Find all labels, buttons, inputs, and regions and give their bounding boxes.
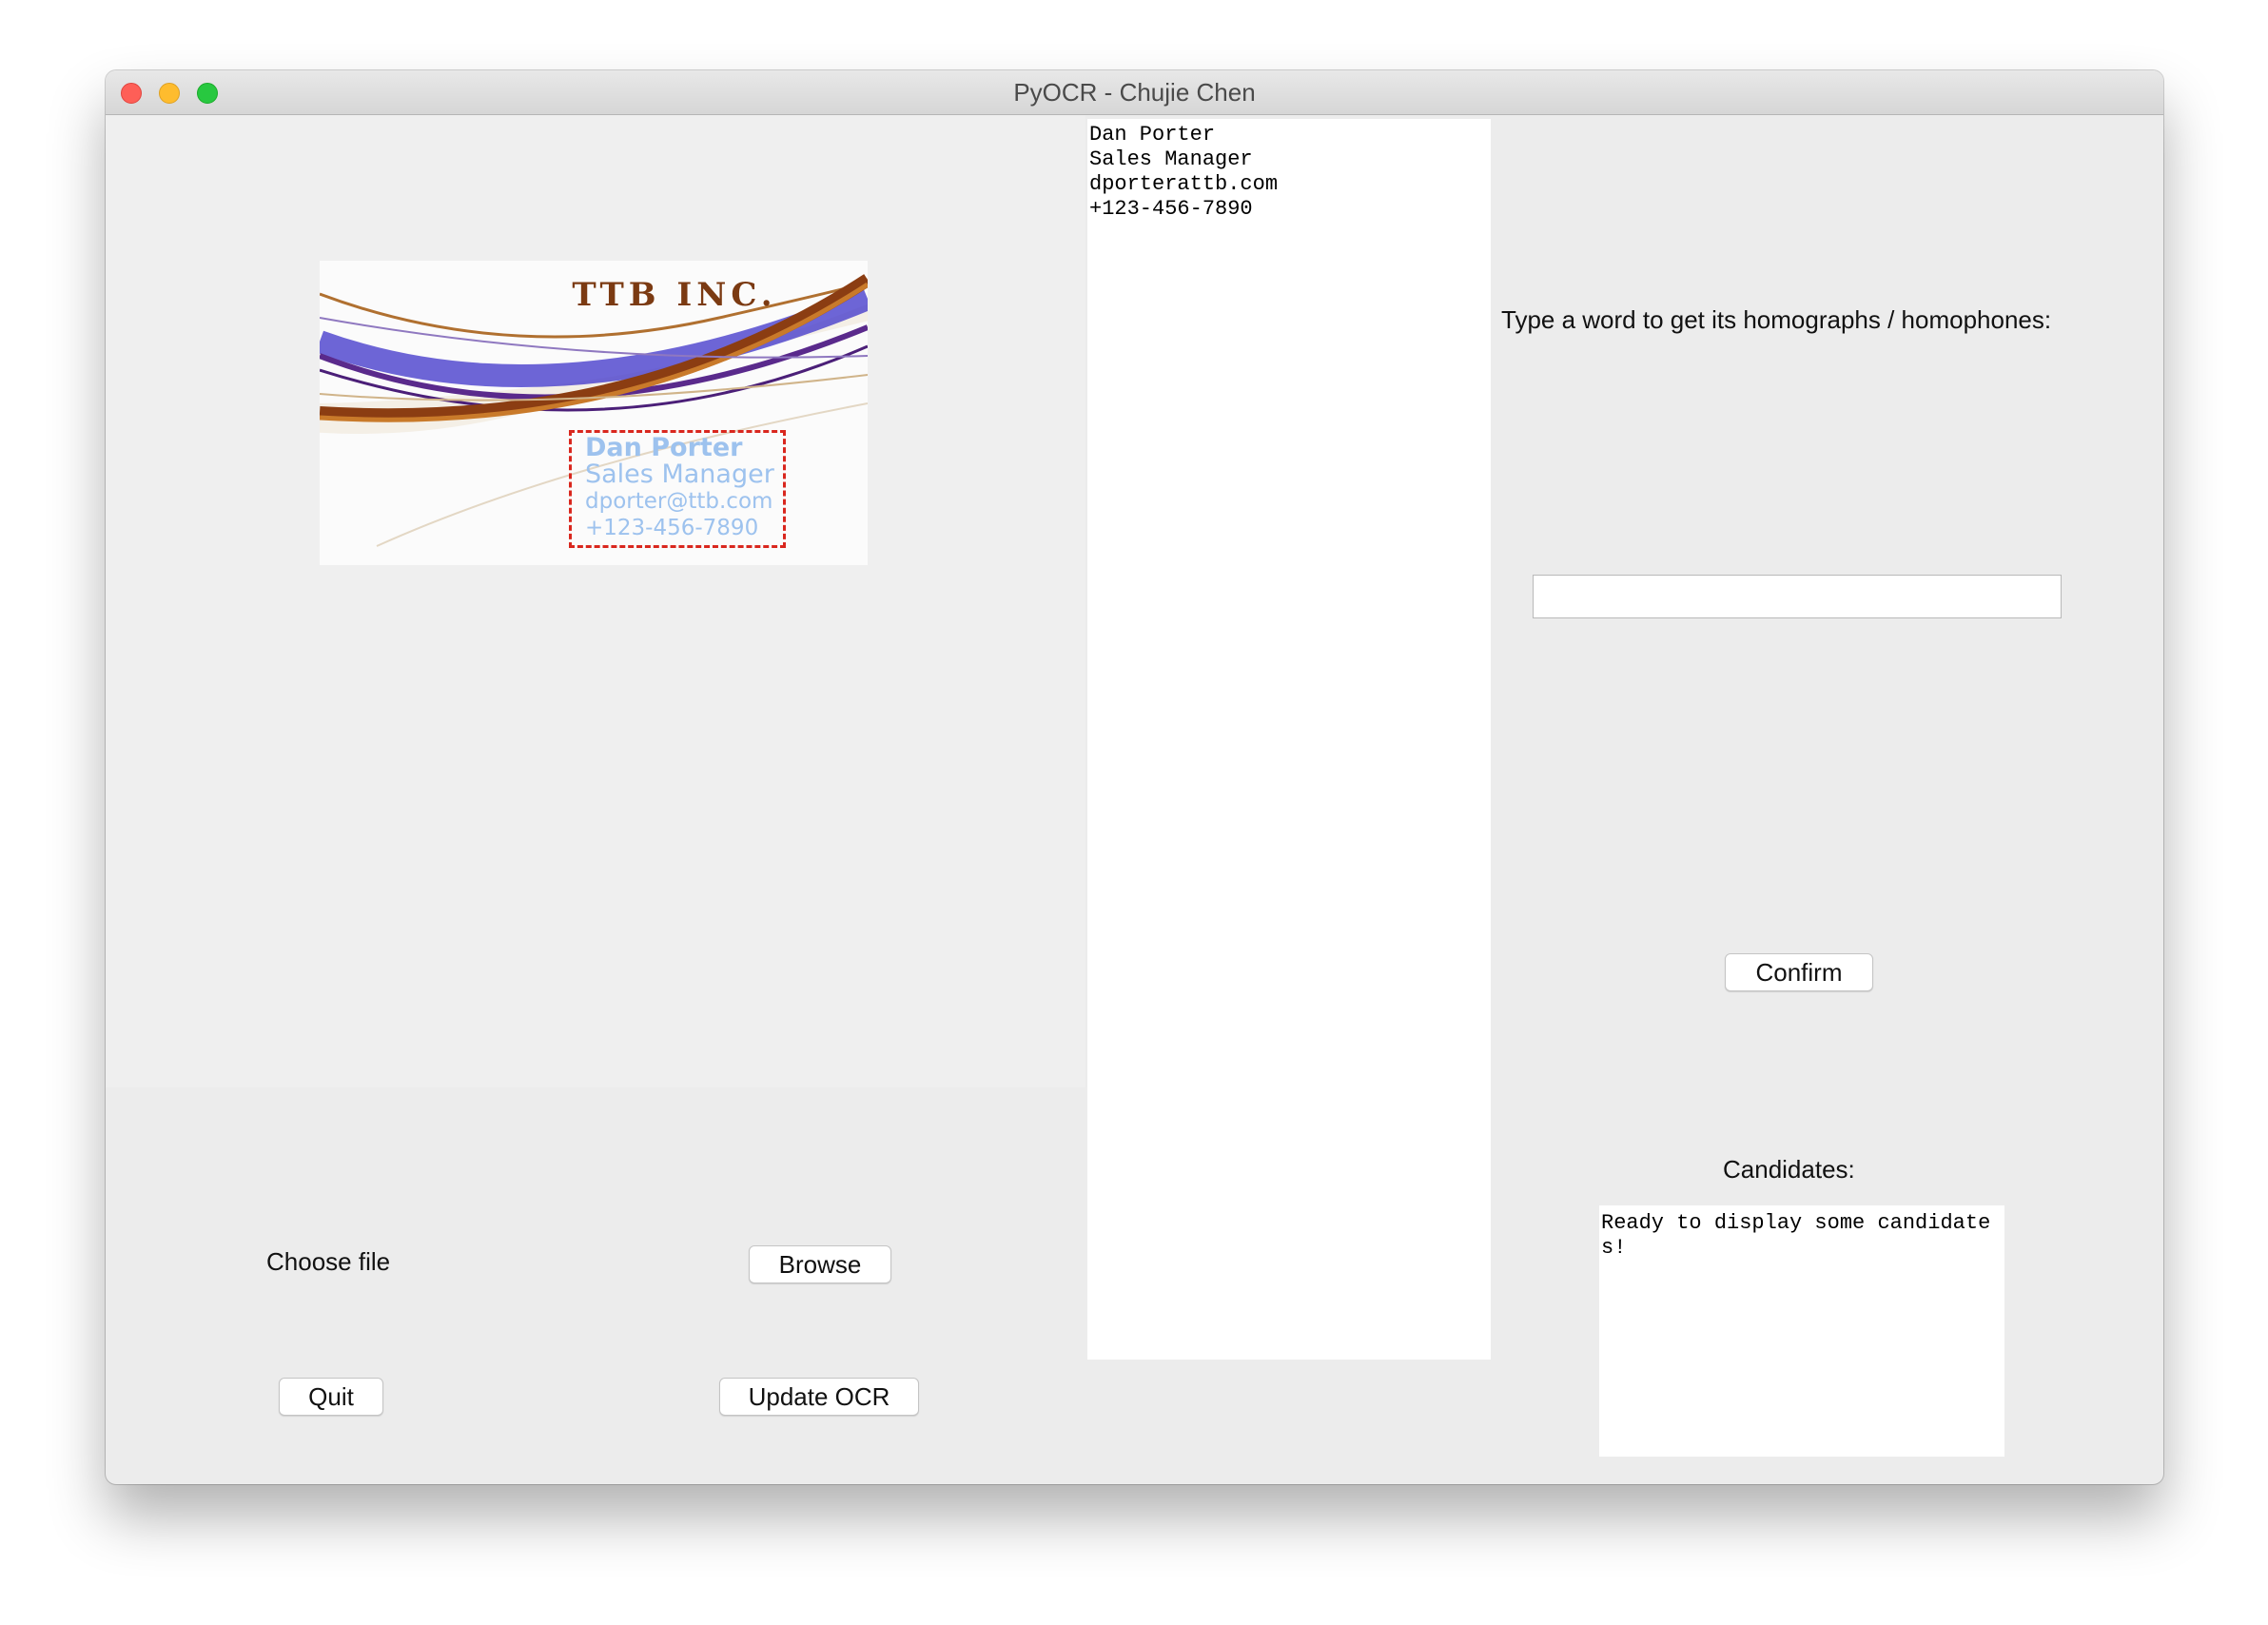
- candidates-textarea[interactable]: Ready to display some candidates!: [1599, 1205, 2004, 1457]
- ocr-detection-box: Dan Porter Sales Manager dporter@ttb.com…: [569, 430, 786, 548]
- business-card-image: TTB INC. Dan Porter Sales Manager dporte…: [320, 261, 868, 565]
- card-role: Sales Manager: [585, 460, 774, 489]
- card-company-name: TTB INC.: [572, 276, 777, 314]
- ocr-result-textarea[interactable]: Dan Porter Sales Manager dporterattb.com…: [1087, 119, 1491, 1360]
- app-window: PyOCR - Chujie Chen TTB INC. Dan Porter …: [106, 70, 2163, 1484]
- card-name: Dan Porter: [585, 433, 743, 462]
- choose-file-label: Choose file: [266, 1247, 391, 1276]
- main-content: TTB INC. Dan Porter Sales Manager dporte…: [106, 115, 2163, 1484]
- card-phone: +123-456-7890: [585, 516, 759, 540]
- card-email: dporter@ttb.com: [585, 489, 773, 514]
- browse-button[interactable]: Browse: [749, 1245, 891, 1283]
- image-preview-panel: TTB INC. Dan Porter Sales Manager dporte…: [106, 115, 1085, 1087]
- homograph-prompt-label: Type a word to get its homographs / homo…: [1501, 305, 2052, 334]
- window-title: PyOCR - Chujie Chen: [1013, 78, 1256, 107]
- word-input-field[interactable]: [1533, 575, 2062, 618]
- update-ocr-button[interactable]: Update OCR: [719, 1378, 919, 1416]
- candidates-label: Candidates:: [1723, 1155, 1855, 1184]
- title-bar[interactable]: PyOCR - Chujie Chen: [106, 70, 2163, 115]
- confirm-button[interactable]: Confirm: [1725, 953, 1873, 991]
- quit-button[interactable]: Quit: [279, 1378, 383, 1416]
